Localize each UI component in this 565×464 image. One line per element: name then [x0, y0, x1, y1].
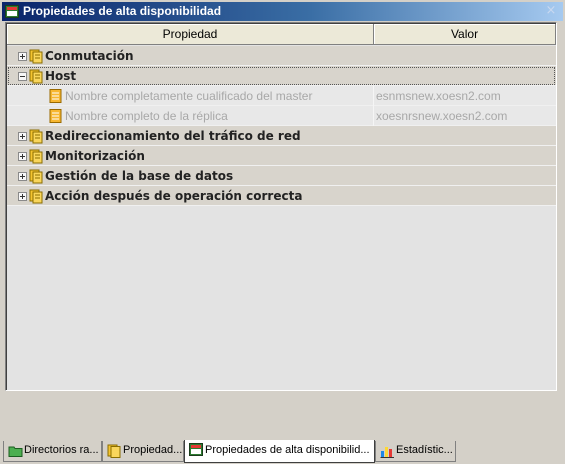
group-label: Gestión de la base de datos: [45, 169, 234, 183]
window-title: Propiedades de alta disponibilidad: [23, 4, 222, 18]
property-row-master-fqdn[interactable]: Nombre completamente cualificado del mas…: [7, 86, 556, 106]
collapse-icon[interactable]: [18, 72, 27, 81]
grid-header: Propiedad Valor: [7, 24, 556, 45]
property-label: Nombre completo de la réplica: [65, 109, 228, 123]
tab-propiedades-alta-disponibilidad[interactable]: Propiedades de alta disponibilid...: [184, 440, 375, 463]
group-row-accion-despues[interactable]: Acción después de operación correcta: [7, 186, 556, 206]
property-grid: Propiedad Valor Conmutación Host Nombre …: [5, 22, 557, 391]
property-row-replica-fqdn[interactable]: Nombre completo de la réplica xoesnrsnew…: [7, 106, 556, 126]
properties-icon: [107, 444, 121, 458]
property-group-icon: [29, 49, 43, 64]
ha-properties-icon: [189, 443, 203, 456]
group-row-monitorizacion[interactable]: Monitorización: [7, 146, 556, 166]
property-label: Nombre completamente cualificado del mas…: [65, 89, 313, 103]
expand-icon[interactable]: [18, 132, 27, 141]
property-group-icon: [29, 149, 43, 164]
expand-icon[interactable]: [18, 152, 27, 161]
group-label: Monitorización: [45, 149, 145, 163]
tab-label: Estadístic...: [396, 444, 453, 456]
property-item-icon: [49, 89, 62, 103]
tab-label: Propiedad...: [123, 444, 183, 456]
property-value[interactable]: xoesnrsnew.xoesn2.com: [376, 109, 507, 123]
column-divider: [373, 86, 374, 106]
tab-estadisticas[interactable]: Estadístic...: [375, 441, 456, 462]
tab-label: Propiedades de alta disponibilid...: [205, 444, 370, 456]
group-label: Redireccionamiento del tráfico de red: [45, 129, 301, 143]
group-label: Conmutación: [45, 49, 134, 63]
tab-directorios[interactable]: Directorios ra...: [3, 441, 102, 462]
tab-label: Directorios ra...: [24, 444, 99, 456]
folder-icon: [8, 446, 23, 457]
group-label: Host: [45, 69, 77, 83]
column-divider: [373, 106, 374, 126]
title-bar[interactable]: Propiedades de alta disponibilidad ×: [2, 2, 563, 21]
column-header-property[interactable]: Propiedad: [7, 24, 374, 45]
group-row-gestion-base-datos[interactable]: Gestión de la base de datos: [7, 166, 556, 186]
column-header-value[interactable]: Valor: [374, 24, 556, 45]
close-icon[interactable]: ×: [544, 3, 558, 18]
property-group-icon: [29, 69, 43, 84]
group-row-redireccionamiento[interactable]: Redireccionamiento del tráfico de red: [7, 126, 556, 146]
grid-rows: Conmutación Host Nombre completamente cu…: [7, 46, 556, 206]
expand-icon[interactable]: [18, 52, 27, 61]
statistics-icon: [380, 447, 394, 458]
property-value[interactable]: esnmsnew.xoesn2.com: [376, 89, 501, 103]
tab-propiedades[interactable]: Propiedad...: [102, 441, 184, 462]
window-app-icon: [5, 5, 19, 18]
property-group-icon: [29, 189, 43, 204]
ha-properties-window: Propiedades de alta disponibilidad × Pro…: [0, 0, 565, 464]
property-group-icon: [29, 129, 43, 144]
group-row-conmutacion[interactable]: Conmutación: [7, 46, 556, 66]
group-label: Acción después de operación correcta: [45, 189, 303, 203]
bottom-tab-strip: Directorios ra... Propiedad... Propiedad…: [0, 440, 565, 464]
property-item-icon: [49, 109, 62, 123]
expand-icon[interactable]: [18, 172, 27, 181]
property-group-icon: [29, 169, 43, 184]
expand-icon[interactable]: [18, 192, 27, 201]
group-row-host[interactable]: Host: [7, 66, 556, 86]
